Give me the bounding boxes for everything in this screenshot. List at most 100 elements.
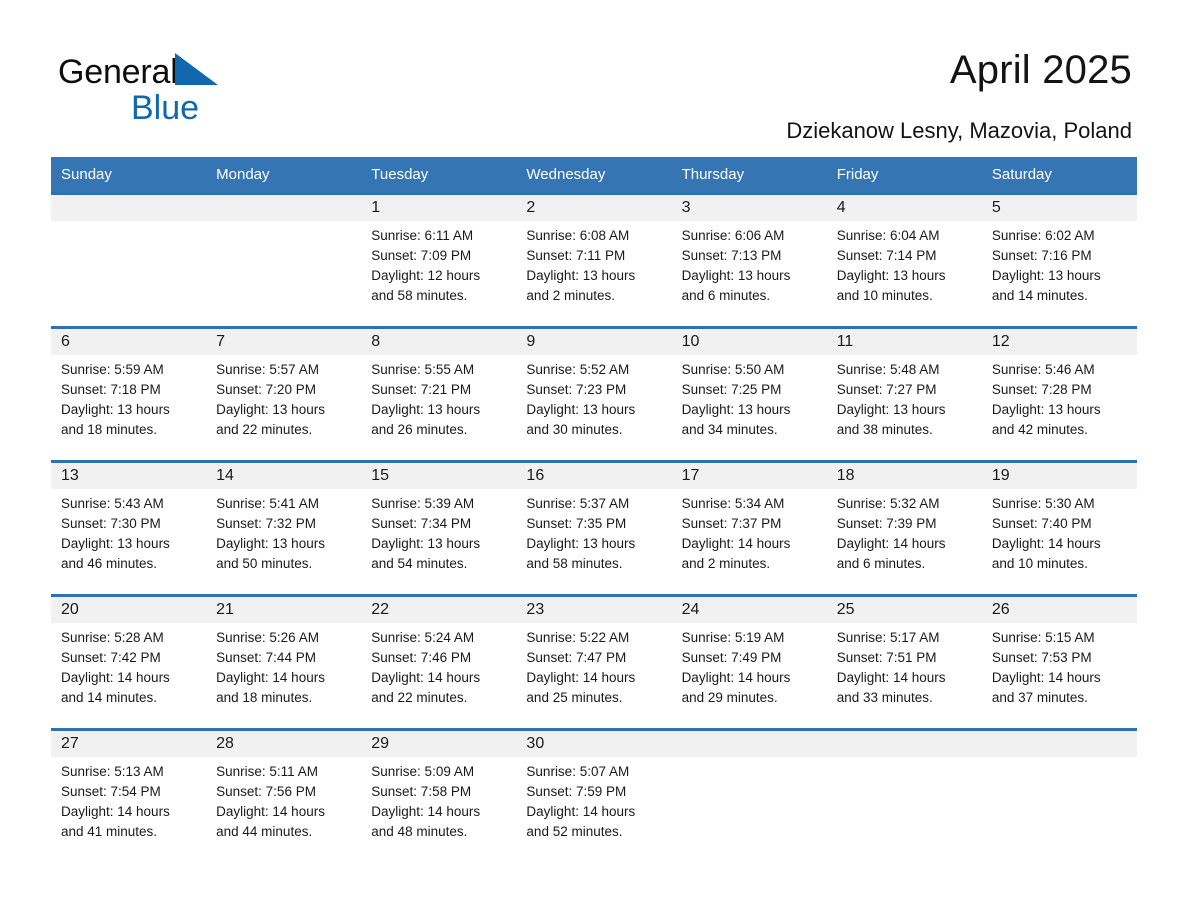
calendar-cell-inner: 17 Sunrise: 5:34 AM Sunset: 7:37 PM Dayligh… xyxy=(671,463,827,594)
day-daylight1-text: Daylight: 14 hours xyxy=(526,670,636,685)
day-daylight2-text: and 58 minutes. xyxy=(371,288,468,303)
calendar-cell-inner: 23 Sunrise: 5:22 AM Sunset: 7:47 PM Dayligh… xyxy=(516,597,672,728)
day-daylight1-text: Daylight: 13 hours xyxy=(836,402,946,417)
day-details: Sunrise: 5:34 AM Sunset: 7:37 PM Daylight:… xyxy=(672,489,827,574)
weekday-header-tuesday: Tuesday xyxy=(361,157,517,194)
brand-logo[interactable]: General Blue xyxy=(58,52,328,130)
day-sunrise-text: Sunrise: 5:48 AM xyxy=(836,362,940,377)
calendar-cell-day[interactable]: 14 Sunrise: 5:41 AM Sunset: 7:32 PM Dayligh… xyxy=(206,460,362,596)
calendar-cell-day[interactable]: 4 Sunrise: 6:04 AM Sunset: 7:14 PM Daylight… xyxy=(826,192,982,328)
calendar-cell-day[interactable]: 19 Sunrise: 5:30 AM Sunset: 7:40 PM Dayligh… xyxy=(981,460,1137,596)
calendar-cell-day[interactable]: 7 Sunrise: 5:57 AM Sunset: 7:20 PM Daylight… xyxy=(206,326,362,462)
day-sunset-text: Sunset: 7:37 PM xyxy=(681,516,782,531)
calendar-cell-day[interactable]: 22 Sunrise: 5:24 AM Sunset: 7:46 PM Dayligh… xyxy=(361,594,517,730)
calendar-cell-day[interactable]: 6 Sunrise: 5:59 AM Sunset: 7:18 PM Daylight… xyxy=(51,326,207,462)
day-sunset-text: Sunset: 7:18 PM xyxy=(61,382,161,397)
day-daylight1-text: Daylight: 13 hours xyxy=(526,536,636,551)
calendar-week-row: 1 Sunrise: 6:11 AM Sunset: 7:09 PM Daylight… xyxy=(51,192,1137,328)
calendar-cell-day[interactable]: 23 Sunrise: 5:22 AM Sunset: 7:47 PM Dayligh… xyxy=(516,594,672,730)
day-daylight1-text: Daylight: 13 hours xyxy=(371,402,481,417)
day-sunrise-text: Sunrise: 6:02 AM xyxy=(991,228,1095,243)
calendar-cell-inner: 24 Sunrise: 5:19 AM Sunset: 7:49 PM Dayligh… xyxy=(671,597,827,728)
calendar-cell-day[interactable]: 11 Sunrise: 5:48 AM Sunset: 7:27 PM Dayligh… xyxy=(826,326,982,462)
day-number xyxy=(826,731,982,757)
calendar-cell-inner: 13 Sunrise: 5:43 AM Sunset: 7:30 PM Dayligh… xyxy=(51,463,207,594)
calendar-cell-day[interactable]: 9 Sunrise: 5:52 AM Sunset: 7:23 PM Daylight… xyxy=(516,326,672,462)
day-daylight2-text: and 18 minutes. xyxy=(61,422,158,437)
calendar-cell-inner: 9 Sunrise: 5:52 AM Sunset: 7:23 PM Daylight… xyxy=(516,329,672,460)
day-details: Sunrise: 5:39 AM Sunset: 7:34 PM Daylight:… xyxy=(361,489,516,574)
day-daylight1-text: Daylight: 14 hours xyxy=(61,670,170,685)
day-daylight2-text: and 29 minutes. xyxy=(681,690,778,705)
calendar-cell-day[interactable]: 13 Sunrise: 5:43 AM Sunset: 7:30 PM Dayligh… xyxy=(51,460,207,596)
day-sunrise-text: Sunrise: 5:09 AM xyxy=(371,764,475,779)
day-sunrise-text: Sunrise: 5:59 AM xyxy=(61,362,164,377)
day-sunrise-text: Sunrise: 6:11 AM xyxy=(371,228,474,243)
day-sunrise-text: Sunrise: 5:32 AM xyxy=(836,496,940,511)
day-daylight2-text: and 10 minutes. xyxy=(991,556,1088,571)
calendar-cell-day[interactable]: 8 Sunrise: 5:55 AM Sunset: 7:21 PM Daylight… xyxy=(361,326,517,462)
day-sunset-text: Sunset: 7:30 PM xyxy=(61,516,161,531)
calendar-cell-day[interactable]: 30 Sunrise: 5:07 AM Sunset: 7:59 PM Dayligh… xyxy=(516,728,672,862)
day-sunrise-text: Sunrise: 5:34 AM xyxy=(681,496,785,511)
day-sunset-text: Sunset: 7:44 PM xyxy=(216,650,316,665)
calendar-cell-day[interactable]: 28 Sunrise: 5:11 AM Sunset: 7:56 PM Dayligh… xyxy=(206,728,362,862)
day-sunset-text: Sunset: 7:14 PM xyxy=(836,248,937,263)
calendar-week-row: 27 Sunrise: 5:13 AM Sunset: 7:54 PM Dayligh… xyxy=(51,728,1137,862)
calendar-cell-inner: 11 Sunrise: 5:48 AM Sunset: 7:27 PM Dayligh… xyxy=(826,329,982,460)
day-number: 13 xyxy=(51,463,207,489)
day-details: Sunrise: 5:26 AM Sunset: 7:44 PM Daylight:… xyxy=(206,623,361,708)
calendar-cell-day[interactable]: 1 Sunrise: 6:11 AM Sunset: 7:09 PM Daylight… xyxy=(361,192,517,328)
calendar-cell-day[interactable]: 18 Sunrise: 5:32 AM Sunset: 7:39 PM Dayligh… xyxy=(826,460,982,596)
calendar-cell-inner: 21 Sunrise: 5:26 AM Sunset: 7:44 PM Dayligh… xyxy=(206,597,362,728)
day-sunrise-text: Sunrise: 5:22 AM xyxy=(526,630,630,645)
day-daylight1-text: Daylight: 14 hours xyxy=(991,670,1101,685)
day-sunrise-text: Sunrise: 5:43 AM xyxy=(61,496,164,511)
calendar-cell-day[interactable]: 15 Sunrise: 5:39 AM Sunset: 7:34 PM Dayligh… xyxy=(361,460,517,596)
day-number: 17 xyxy=(671,463,827,489)
calendar-cell-inner: 3 Sunrise: 6:06 AM Sunset: 7:13 PM Daylight… xyxy=(671,195,827,326)
calendar-cell-day[interactable]: 26 Sunrise: 5:15 AM Sunset: 7:53 PM Dayligh… xyxy=(981,594,1137,730)
day-number xyxy=(206,195,362,221)
day-daylight2-text: and 33 minutes. xyxy=(836,690,933,705)
calendar-cell-day[interactable]: 25 Sunrise: 5:17 AM Sunset: 7:51 PM Dayligh… xyxy=(826,594,982,730)
calendar-cell-day[interactable]: 27 Sunrise: 5:13 AM Sunset: 7:54 PM Dayligh… xyxy=(51,728,207,862)
day-daylight2-text: and 38 minutes. xyxy=(836,422,933,437)
day-sunset-text: Sunset: 7:13 PM xyxy=(681,248,782,263)
day-details: Sunrise: 5:07 AM Sunset: 7:59 PM Daylight:… xyxy=(516,757,671,842)
day-sunset-text: Sunset: 7:58 PM xyxy=(371,784,472,799)
day-number xyxy=(981,731,1137,757)
calendar-cell-day[interactable]: 24 Sunrise: 5:19 AM Sunset: 7:49 PM Dayligh… xyxy=(671,594,827,730)
calendar-cell-day[interactable]: 16 Sunrise: 5:37 AM Sunset: 7:35 PM Dayligh… xyxy=(516,460,672,596)
calendar-cell-day[interactable]: 29 Sunrise: 5:09 AM Sunset: 7:58 PM Dayligh… xyxy=(361,728,517,862)
day-details: Sunrise: 5:46 AM Sunset: 7:28 PM Daylight:… xyxy=(982,355,1137,440)
day-details: Sunrise: 6:06 AM Sunset: 7:13 PM Daylight:… xyxy=(672,221,827,306)
day-daylight2-text: and 22 minutes. xyxy=(216,422,313,437)
day-number: 12 xyxy=(981,329,1137,355)
calendar-cell-day[interactable]: 20 Sunrise: 5:28 AM Sunset: 7:42 PM Dayligh… xyxy=(51,594,207,730)
day-number: 14 xyxy=(206,463,362,489)
calendar-cell-day[interactable]: 17 Sunrise: 5:34 AM Sunset: 7:37 PM Dayligh… xyxy=(671,460,827,596)
day-sunrise-text: Sunrise: 5:55 AM xyxy=(371,362,475,377)
calendar-cell-day[interactable]: 5 Sunrise: 6:02 AM Sunset: 7:16 PM Daylight… xyxy=(981,192,1137,328)
calendar-cell-day[interactable]: 21 Sunrise: 5:26 AM Sunset: 7:44 PM Dayligh… xyxy=(206,594,362,730)
calendar-cell-inner: 12 Sunrise: 5:46 AM Sunset: 7:28 PM Dayligh… xyxy=(981,329,1137,460)
calendar-cell-inner: 30 Sunrise: 5:07 AM Sunset: 7:59 PM Dayligh… xyxy=(516,731,672,862)
day-daylight2-text: and 44 minutes. xyxy=(216,824,313,839)
day-details: Sunrise: 5:24 AM Sunset: 7:46 PM Daylight:… xyxy=(361,623,516,708)
calendar-cell-inner: 7 Sunrise: 5:57 AM Sunset: 7:20 PM Daylight… xyxy=(206,329,362,460)
day-daylight1-text: Daylight: 14 hours xyxy=(526,804,636,819)
calendar-cell-day[interactable]: 10 Sunrise: 5:50 AM Sunset: 7:25 PM Dayligh… xyxy=(671,326,827,462)
day-daylight1-text: Daylight: 14 hours xyxy=(991,536,1101,551)
day-details: Sunrise: 5:22 AM Sunset: 7:47 PM Daylight:… xyxy=(516,623,671,708)
day-sunset-text: Sunset: 7:16 PM xyxy=(991,248,1092,263)
day-daylight1-text: Daylight: 13 hours xyxy=(371,536,481,551)
day-daylight1-text: Daylight: 14 hours xyxy=(836,670,946,685)
calendar-cell-day[interactable]: 12 Sunrise: 5:46 AM Sunset: 7:28 PM Dayligh… xyxy=(981,326,1137,462)
calendar-cell-day[interactable]: 2 Sunrise: 6:08 AM Sunset: 7:11 PM Daylight… xyxy=(516,192,672,328)
day-details: Sunrise: 5:13 AM Sunset: 7:54 PM Daylight:… xyxy=(51,757,206,842)
day-sunrise-text: Sunrise: 5:15 AM xyxy=(991,630,1095,645)
calendar-cell-empty xyxy=(51,192,207,328)
day-sunset-text: Sunset: 7:47 PM xyxy=(526,650,627,665)
calendar-cell-day[interactable]: 3 Sunrise: 6:06 AM Sunset: 7:13 PM Daylight… xyxy=(671,192,827,328)
